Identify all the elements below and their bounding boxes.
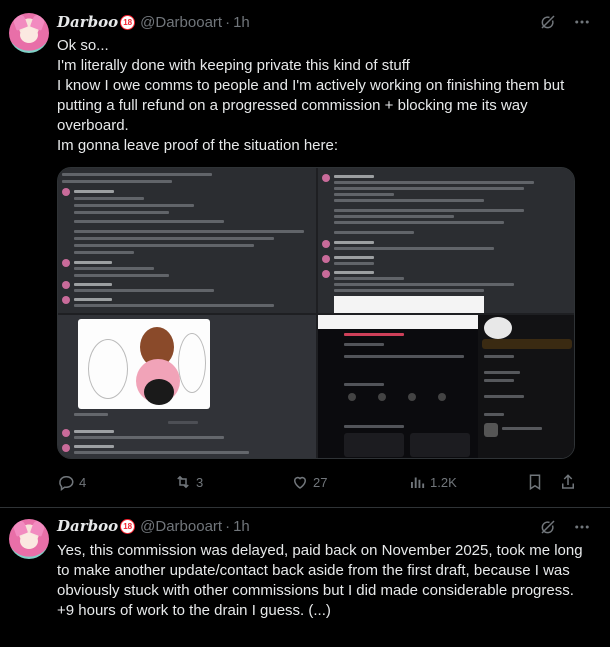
views-icon	[411, 477, 425, 488]
tweet-text: Yes, this commission was delayed, paid b…	[57, 541, 597, 621]
bookmark-icon	[529, 474, 541, 491]
reply-icon	[59, 476, 74, 491]
share-button[interactable]	[559, 473, 581, 491]
media-grid	[57, 167, 575, 459]
display-name[interactable]: Darboo	[57, 517, 118, 535]
age-badge: 18	[120, 518, 136, 534]
media-image-chat-1[interactable]	[58, 168, 316, 313]
media-image-chat-2[interactable]	[318, 168, 574, 313]
media-image-dashboard[interactable]	[318, 315, 574, 458]
tweet-text: Ok so... I'm literally done with keeping…	[57, 36, 597, 156]
timestamp[interactable]: 1h	[233, 14, 250, 31]
handle[interactable]: @Darbooart	[140, 14, 222, 31]
separator-dot: ·	[225, 13, 231, 31]
repost-icon	[177, 475, 189, 489]
tweet-text-line: Yes, this commission was delayed, paid b…	[57, 542, 587, 599]
reply-button[interactable]: 4	[57, 473, 86, 491]
tweet[interactable]: Darboo 18 @Darbooart · 1h Ok so... I'm l…	[0, 0, 610, 508]
tweet-text-line: Ok so...	[57, 37, 109, 54]
tweet-top-actions	[538, 12, 592, 32]
repost-button[interactable]: 3	[174, 473, 203, 491]
age-badge: 18	[120, 14, 136, 30]
share-icon	[562, 474, 574, 489]
like-count: 27	[313, 474, 328, 490]
like-button[interactable]: 27	[291, 473, 327, 491]
media-image-artwork[interactable]	[58, 315, 316, 458]
timestamp[interactable]: 1h	[233, 518, 250, 535]
avatar[interactable]	[9, 519, 49, 559]
artwork-preview	[78, 319, 210, 409]
repost-count: 3	[196, 474, 204, 490]
tweet-text-line: +9 hours of work to the drain I guess. (…	[57, 602, 331, 619]
more-icon[interactable]	[572, 12, 592, 32]
more-icon[interactable]	[572, 517, 592, 537]
avatar[interactable]	[9, 13, 49, 53]
reply-count: 4	[79, 474, 87, 490]
handle[interactable]: @Darbooart	[140, 518, 222, 535]
tweet-actions: 4 3 27 1.2K	[57, 470, 587, 494]
like-icon	[293, 476, 307, 489]
separator-dot: ·	[225, 517, 231, 535]
tweet-text-line: I know I owe comms to people and I'm act…	[57, 77, 569, 134]
display-name[interactable]: Darboo	[57, 13, 118, 31]
tweet-header: Darboo 18 @Darbooart · 1h	[57, 517, 250, 535]
views-count: 1.2K	[430, 474, 457, 490]
tweet-text-line: I'm literally done with keeping private …	[57, 57, 410, 74]
tweet-header: Darboo 18 @Darbooart · 1h	[57, 13, 250, 31]
tweet-top-actions	[538, 517, 592, 537]
views-button[interactable]: 1.2K	[408, 473, 457, 491]
bookmark-button[interactable]	[526, 473, 548, 491]
grok-icon[interactable]	[538, 517, 558, 537]
grok-icon[interactable]	[538, 12, 558, 32]
tweet-text-line: Im gonna leave proof of the situation he…	[57, 137, 339, 154]
tweet[interactable]: Darboo 18 @Darbooart · 1h Yes, this comm…	[0, 509, 610, 647]
